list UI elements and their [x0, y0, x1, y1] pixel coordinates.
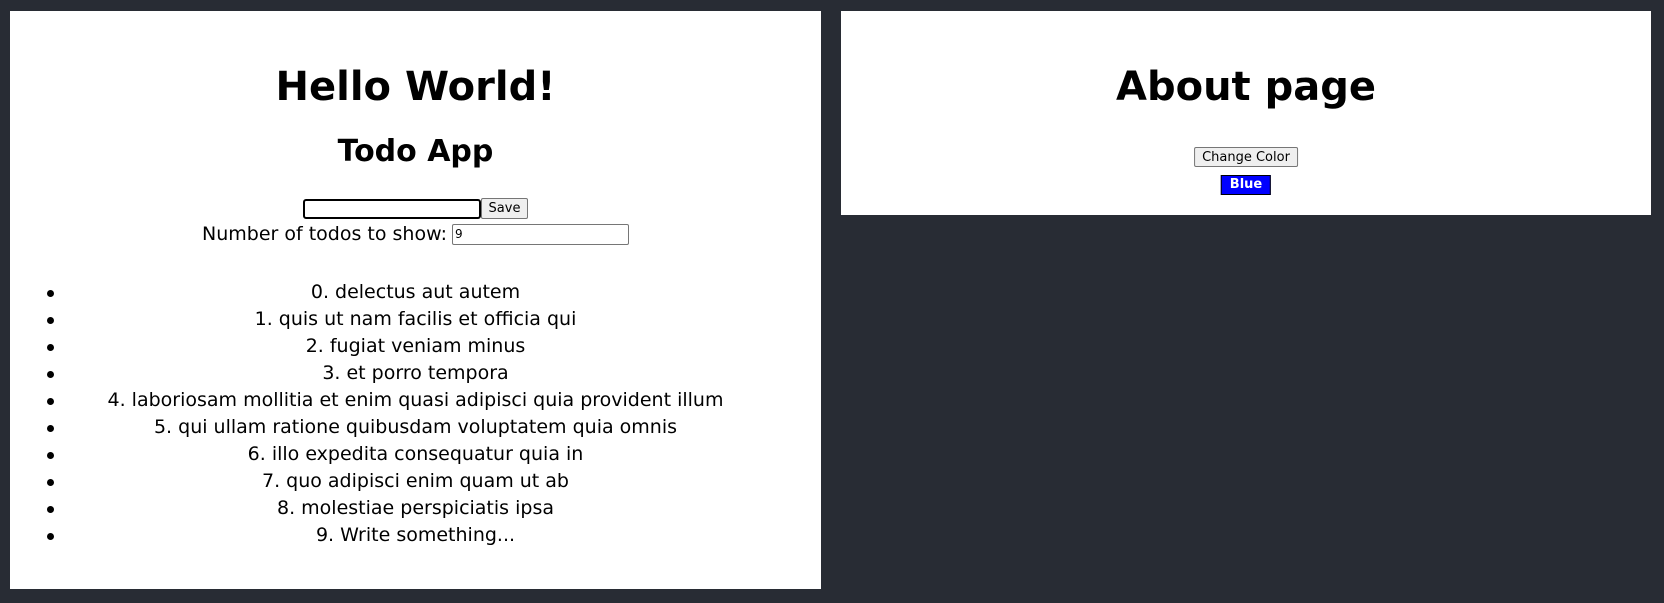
add-todo-form: Save [10, 198, 821, 219]
todo-item: 1. quis ut nam facilis et officia qui [10, 306, 821, 333]
bullet-icon [47, 317, 54, 324]
bullet-icon [47, 452, 54, 459]
todo-text: 4. laboriosam mollitia et enim quasi adi… [107, 389, 724, 411]
app-root: Hello World! Todo App Save Number of tod… [0, 0, 1664, 603]
bullet-icon [47, 425, 54, 432]
save-button[interactable]: Save [480, 198, 529, 219]
todo-item: 4. laboriosam mollitia et enim quasi adi… [10, 387, 821, 414]
page-title: Hello World! [275, 64, 556, 110]
change-color-button[interactable]: Change Color [1194, 147, 1298, 167]
bullet-icon [47, 398, 54, 405]
todo-text: 5. qui ullam ratione quibusdam voluptate… [153, 416, 678, 438]
todo-item: 6. illo expedita consequatur quia in [10, 441, 821, 468]
bullet-icon [47, 533, 54, 540]
todo-item: 8. molestiae perspiciatis ipsa [10, 495, 821, 522]
bullet-icon [47, 506, 54, 513]
todo-text: 2. fugiat veniam minus [305, 335, 526, 357]
todo-text: 3. et porro tempora [322, 362, 509, 384]
todo-count-row: Number of todos to show: [10, 223, 821, 245]
todo-list: 0. delectus aut autem 1. quis ut nam faci… [10, 279, 821, 549]
todo-text: 0. delectus aut autem [310, 281, 521, 303]
todo-item: 7. quo adipisci enim quam ut ab [10, 468, 821, 495]
bullet-icon [47, 344, 54, 351]
todo-item: 0. delectus aut autem [10, 279, 821, 306]
bullet-icon [47, 479, 54, 486]
todo-panel: Hello World! Todo App Save Number of tod… [10, 11, 821, 589]
todo-item: 9. Write something... [10, 522, 821, 549]
bullet-icon [47, 371, 54, 378]
color-indicator: Blue [1220, 175, 1272, 195]
todo-text: 9. Write something... [315, 524, 516, 546]
todo-count-label: Number of todos to show: [202, 223, 447, 245]
todo-item: 5. qui ullam ratione quibusdam voluptate… [10, 414, 821, 441]
about-panel: About page Change Color Blue [841, 11, 1651, 215]
todo-text: 6. illo expedita consequatur quia in [247, 443, 584, 465]
todo-text: 1. quis ut nam facilis et officia qui [254, 308, 577, 330]
todo-item: 3. et porro tempora [10, 360, 821, 387]
todo-text: 8. molestiae perspiciatis ipsa [277, 497, 554, 519]
about-title: About page [1116, 64, 1376, 110]
new-todo-input[interactable] [302, 198, 481, 219]
todo-count-input[interactable] [452, 223, 629, 245]
todo-item: 2. fugiat veniam minus [10, 333, 821, 360]
todo-text: 7. quo adipisci enim quam ut ab [261, 470, 569, 492]
bullet-icon [47, 290, 54, 297]
todo-app-heading: Todo App [337, 134, 494, 169]
